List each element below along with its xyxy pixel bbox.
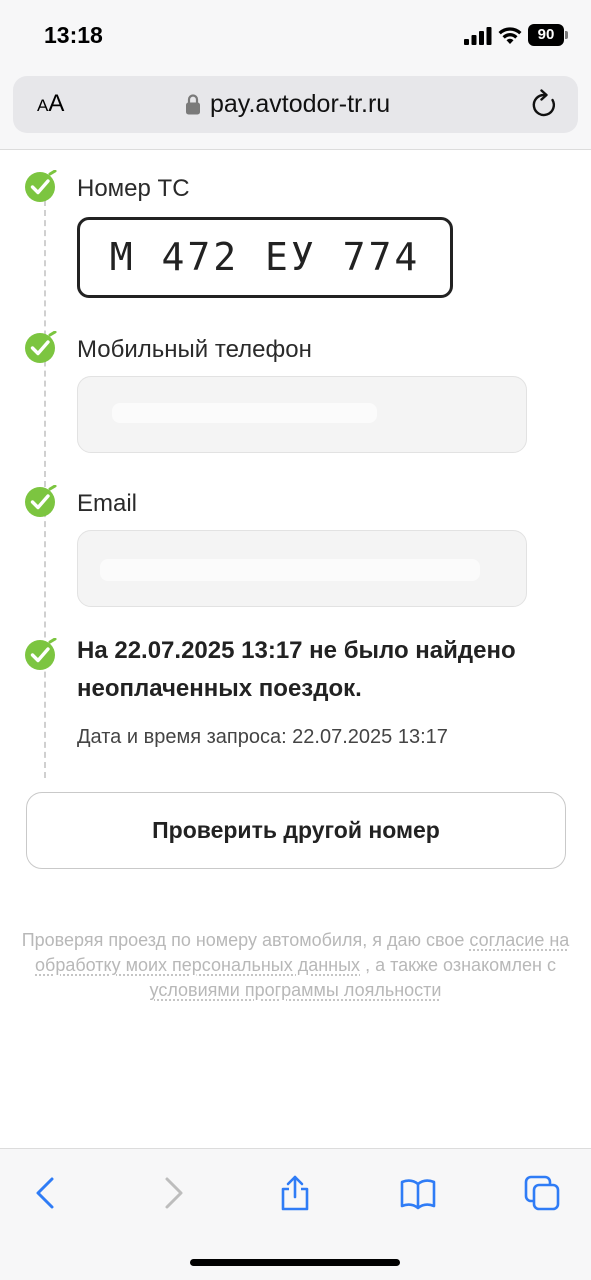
phone-field[interactable] (77, 376, 527, 453)
vehicle-number-label: Номер ТС (77, 175, 190, 202)
text-size-large-glyph: A (48, 90, 65, 117)
consent-text: Проверяя проезд по номеру автомобиля, я … (15, 928, 576, 1003)
request-datetime: Дата и время запроса: 22.07.2025 13:17 (77, 726, 448, 748)
status-bar: 13:18 90 (0, 0, 591, 72)
reload-icon[interactable] (530, 89, 558, 119)
share-icon[interactable] (277, 1175, 313, 1211)
check-circle-icon (25, 485, 57, 517)
url-text[interactable]: pay.avtodor-tr.ru (210, 90, 390, 119)
text-size-button[interactable]: AA (37, 90, 64, 118)
redacted-value (100, 559, 480, 581)
forward-icon (165, 1177, 183, 1209)
consent-part-2: , а также ознакомлен с (360, 955, 556, 975)
wifi-icon (498, 27, 522, 44)
vehicle-number-plate: М 472 ЕУ 774 (77, 217, 453, 298)
check-other-number-button[interactable]: Проверить другой номер (26, 792, 566, 869)
home-indicator[interactable] (190, 1259, 400, 1266)
back-icon[interactable] (28, 1175, 64, 1211)
bookmarks-icon[interactable] (400, 1175, 436, 1211)
signal-icon (464, 27, 492, 45)
battery-level: 90 (528, 24, 564, 46)
tabs-icon[interactable] (524, 1175, 560, 1211)
battery-icon: 90 (528, 24, 568, 46)
browser-top-bar: AA pay.avtodor-tr.ru (0, 72, 591, 150)
text-size-small-glyph: A (37, 96, 49, 115)
browser-bottom-toolbar (0, 1148, 591, 1280)
email-field[interactable] (77, 530, 527, 607)
check-circle-icon (25, 170, 57, 202)
address-bar[interactable]: AA pay.avtodor-tr.ru (13, 76, 578, 133)
result-message: На 22.07.2025 13:17 не было найдено неоп… (77, 637, 516, 702)
lock-icon (186, 94, 200, 115)
email-label: Email (77, 490, 138, 517)
consent-part-1: Проверяя проезд по номеру автомобиля, я … (21, 930, 470, 950)
check-circle-icon (25, 331, 57, 363)
redacted-value (112, 403, 377, 423)
battery-tip (565, 31, 568, 39)
status-time: 13:18 (44, 22, 103, 48)
phone-label: Мобильный телефон (77, 336, 312, 363)
loyalty-program-terms-link[interactable]: условиями программы лояльности (150, 980, 442, 1000)
check-circle-icon (25, 638, 57, 670)
vehicle-number-text: М 472 ЕУ 774 (109, 235, 421, 279)
